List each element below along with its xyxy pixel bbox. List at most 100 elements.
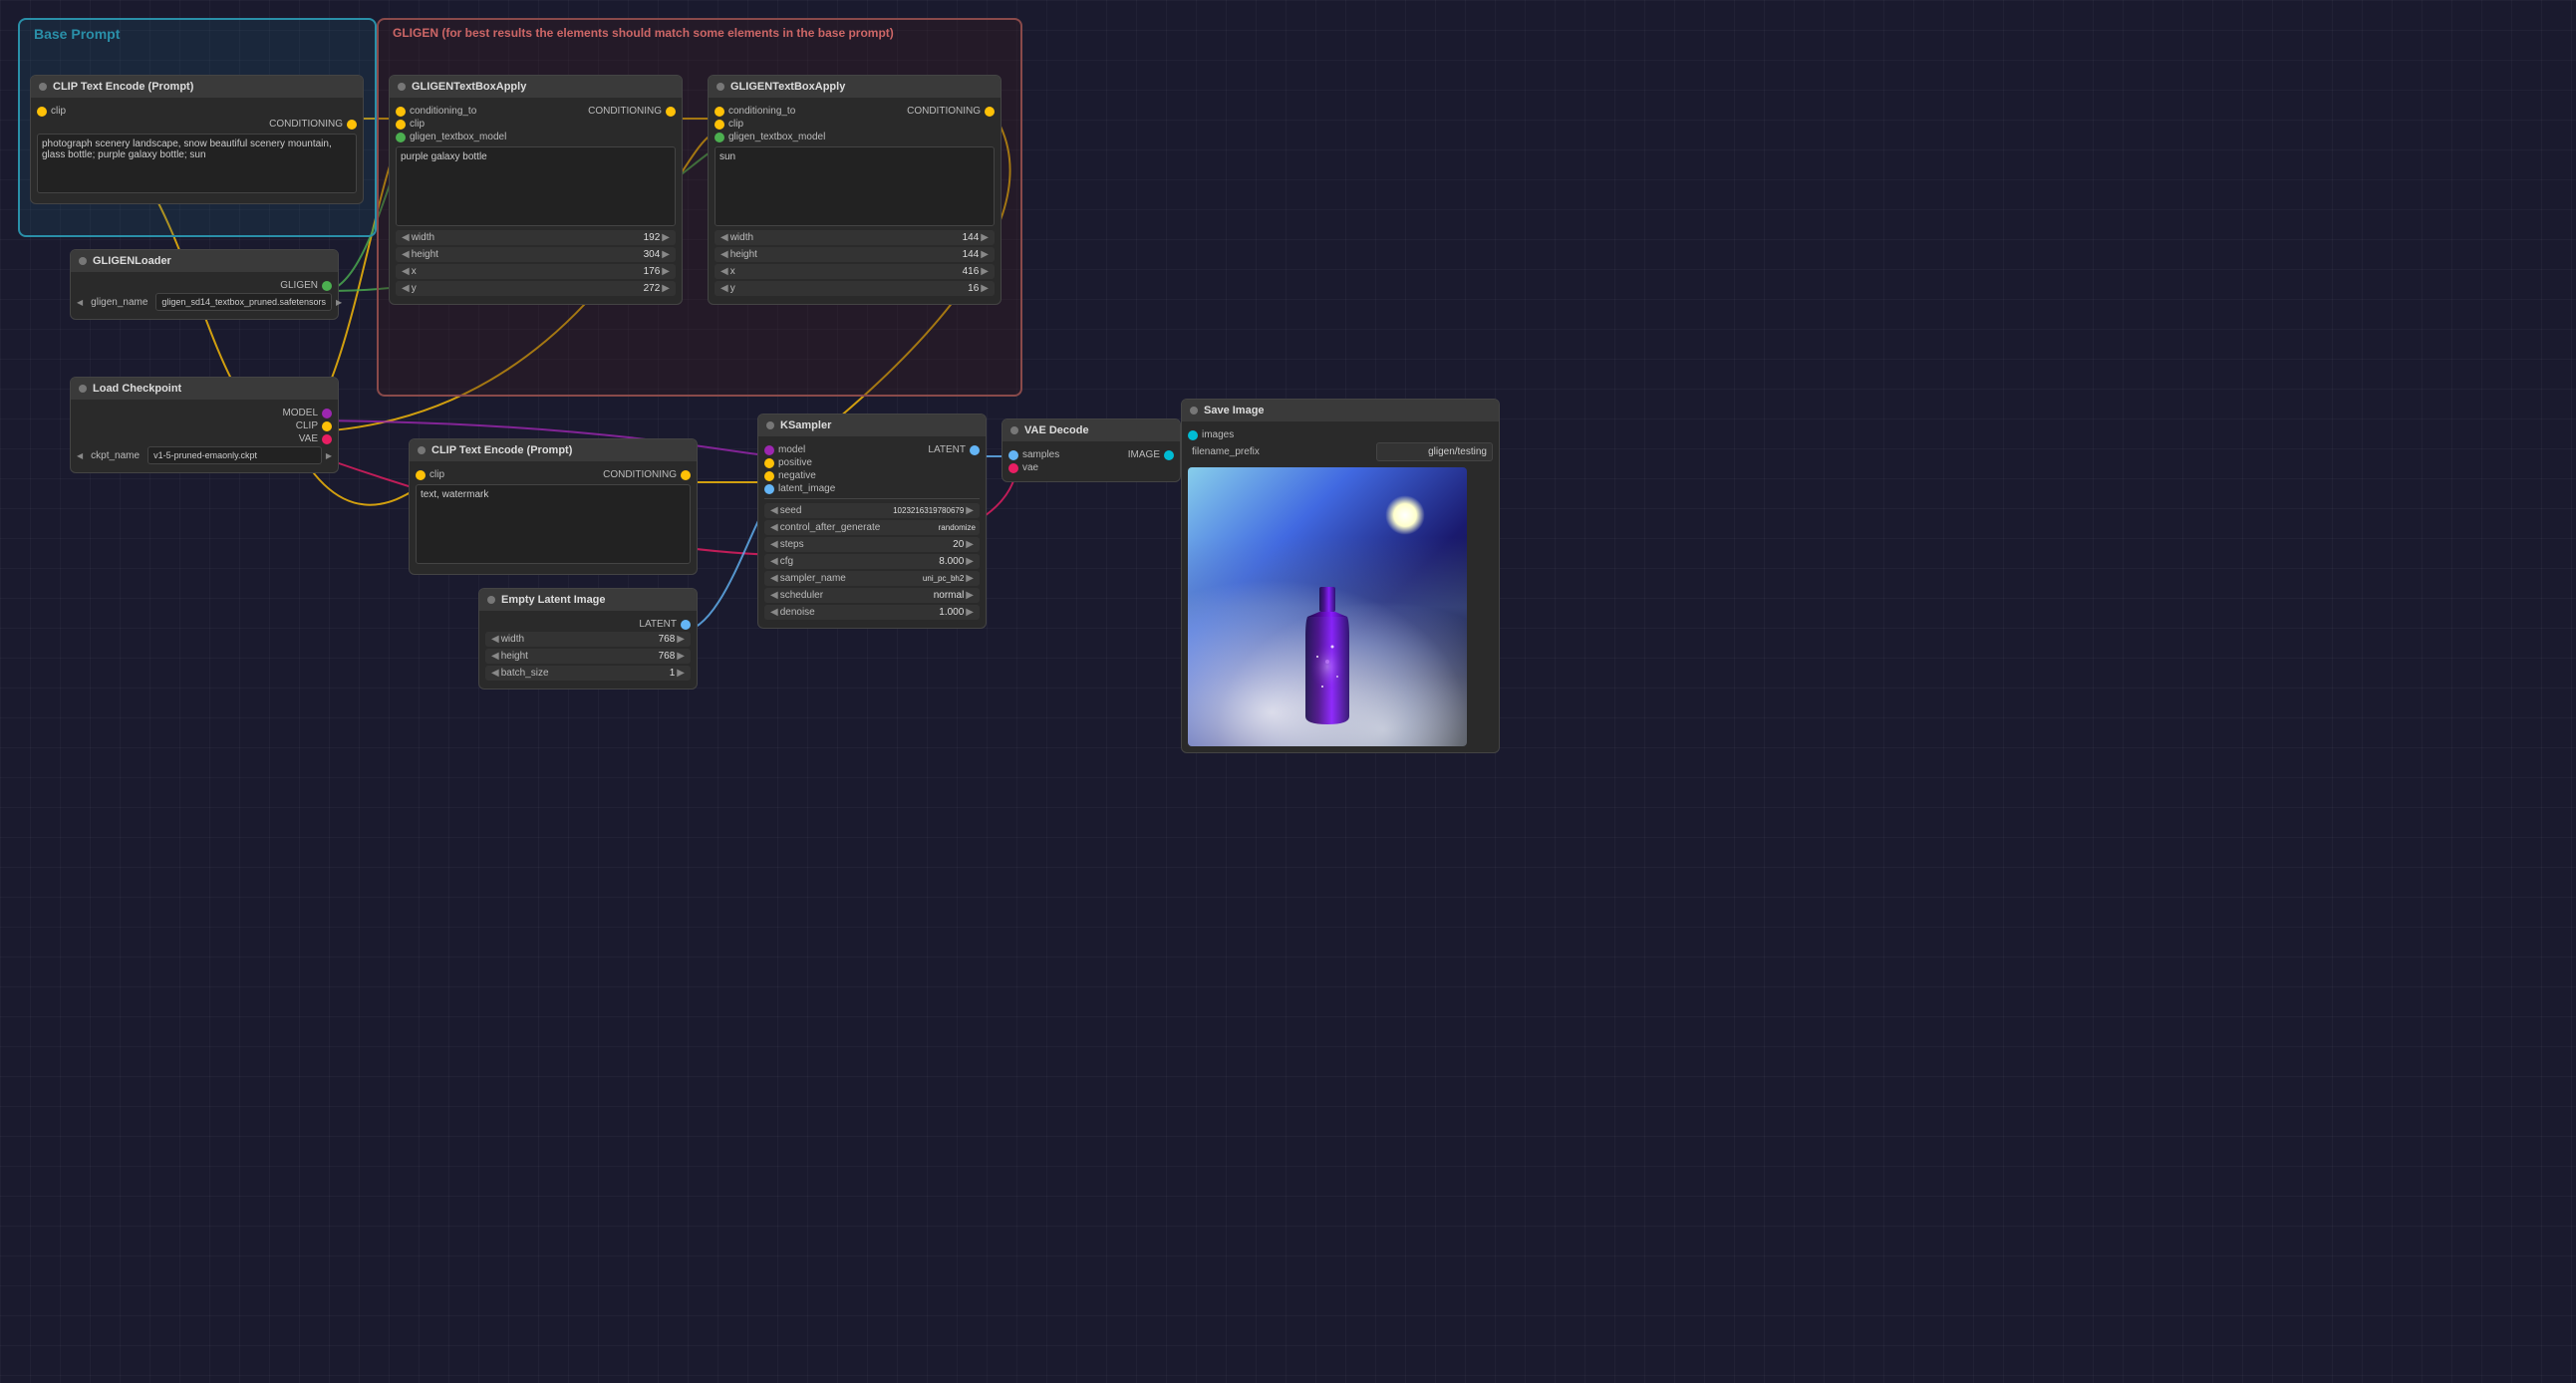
ckpt-name-label: ckpt_name [87,450,143,461]
gtb1-height-right[interactable]: ▶ [660,249,672,260]
el-width-left[interactable]: ◀ [489,634,501,645]
ks-steps-label: steps [780,539,935,550]
ks-control-row[interactable]: ◀ control_after_generate randomize [764,520,980,535]
vd-vae-circle [1008,463,1018,473]
gtb2-x-right[interactable]: ▶ [979,266,991,277]
ks-latent-circle [764,484,774,494]
el-width-right[interactable]: ▶ [675,634,687,645]
ks-sampler-left[interactable]: ◀ [768,573,780,584]
base-prompt-text[interactable]: photograph scenery landscape, snow beaut… [37,134,357,193]
vae-decode-header: VAE Decode [1002,419,1180,441]
gtb2-text[interactable]: sun [715,146,995,226]
model-output-port: MODEL [77,408,332,418]
gtb1-cond-out-label: CONDITIONING [584,106,666,117]
load-checkpoint-title: Load Checkpoint [93,383,181,395]
gtb1-width-right[interactable]: ▶ [660,232,672,243]
gligen-name-arrow-right[interactable]: ▶ [336,298,342,307]
gtb1-x-right[interactable]: ▶ [660,266,672,277]
ks-steps-right[interactable]: ▶ [964,539,976,550]
ks-model-circle [764,445,774,455]
neg-text[interactable]: text, watermark [416,484,691,564]
el-width-slider[interactable]: ◀ width 768 ▶ [485,632,691,647]
ks-sampler-right[interactable]: ▶ [964,573,976,584]
ksampler-dot [766,421,774,429]
el-height-val: 768 [645,651,675,662]
ks-control-label: control_after_generate [780,522,939,533]
ks-cfg-left[interactable]: ◀ [768,556,780,567]
gtb1-x-val: 176 [630,266,660,277]
ks-seed-slider[interactable]: ◀ seed 1023216319780679 ▶ [764,503,980,518]
ks-seed-right[interactable]: ▶ [964,505,976,516]
gtb2-y-right[interactable]: ▶ [979,283,991,294]
ckpt-arrow-right[interactable]: ▶ [326,451,332,460]
gtb2-x-slider[interactable]: ◀ x 416 ▶ [715,264,995,279]
gtb1-height-slider[interactable]: ◀ height 304 ▶ [396,247,676,262]
gtb1-x-label: x [412,266,631,277]
ks-steps-left[interactable]: ◀ [768,539,780,550]
el-batch-left[interactable]: ◀ [489,668,501,679]
gtb1-y-slider[interactable]: ◀ y 272 ▶ [396,281,676,296]
gtb2-width-slider[interactable]: ◀ width 144 ▶ [715,230,995,245]
gtb2-height-left[interactable]: ◀ [718,249,730,260]
ks-cfg-slider[interactable]: ◀ cfg 8.000 ▶ [764,554,980,569]
gtb2-cond-out-label: CONDITIONING [903,106,985,117]
ks-control-left[interactable]: ◀ [768,522,780,533]
gligen-name-select[interactable]: ◀ gligen_name gligen_sd14_textbox_pruned… [77,293,332,311]
gtb1-y-left[interactable]: ◀ [400,283,412,294]
ks-denoise-left[interactable]: ◀ [768,607,780,618]
el-batch-slider[interactable]: ◀ batch_size 1 ▶ [485,666,691,681]
gligen-textbox-1-node: GLIGENTextBoxApply conditioning_to CONDI… [389,75,683,305]
el-height-slider[interactable]: ◀ height 768 ▶ [485,649,691,664]
ks-scheduler-slider[interactable]: ◀ scheduler normal ▶ [764,588,980,603]
el-height-left[interactable]: ◀ [489,651,501,662]
gtb1-x-slider[interactable]: ◀ x 176 ▶ [396,264,676,279]
gtb2-y-label: y [730,283,950,294]
empty-latent-dot [487,596,495,604]
gtb1-width-left[interactable]: ◀ [400,232,412,243]
clip-input-port: clip [37,106,357,117]
si-filename-value[interactable]: gligen/testing [1376,442,1493,461]
el-batch-label: batch_size [501,668,646,679]
el-height-right[interactable]: ▶ [675,651,687,662]
ks-seed-left[interactable]: ◀ [768,505,780,516]
gtb2-x-left[interactable]: ◀ [718,266,730,277]
gligen-loader-dot [79,257,87,265]
ks-cfg-right[interactable]: ▶ [964,556,976,567]
ks-steps-slider[interactable]: ◀ steps 20 ▶ [764,537,980,552]
ks-neg-port: negative [764,470,980,481]
gtb1-text[interactable]: purple galaxy bottle [396,146,676,226]
gligen-name-arrow-left[interactable]: ◀ [77,298,83,307]
gtb2-width-right[interactable]: ▶ [979,232,991,243]
gtb1-width-slider[interactable]: ◀ width 192 ▶ [396,230,676,245]
gtb2-y-left[interactable]: ◀ [718,283,730,294]
gtb1-x-left[interactable]: ◀ [400,266,412,277]
el-batch-right[interactable]: ▶ [675,668,687,679]
gtb2-height-slider[interactable]: ◀ height 144 ▶ [715,247,995,262]
load-checkpoint-node: Load Checkpoint MODEL CLIP VAE ◀ ckpt_na… [70,377,339,473]
ks-scheduler-left[interactable]: ◀ [768,590,780,601]
preview-sun [1385,495,1425,535]
gtb2-y-slider[interactable]: ◀ y 16 ▶ [715,281,995,296]
neg-clip-label: clip [426,469,448,480]
gtb1-clip-circle [396,120,406,130]
gtb1-y-right[interactable]: ▶ [660,283,672,294]
ksampler-node: KSampler model LATENT positive negative … [757,414,987,629]
ks-sampler-slider[interactable]: ◀ sampler_name uni_pc_bh2 ▶ [764,571,980,586]
ckpt-name-select[interactable]: ◀ ckpt_name v1-5-pruned-emaonly.ckpt ▶ [77,446,332,464]
gtb1-height-left[interactable]: ◀ [400,249,412,260]
ckpt-arrow-left[interactable]: ◀ [77,451,83,460]
gtb1-cond-input: conditioning_to CONDITIONING [396,106,676,117]
gtb2-height-right[interactable]: ▶ [979,249,991,260]
clip-output-port: CLIP [77,420,332,431]
neg-clip-input: clip CONDITIONING [416,469,691,480]
gligen-loader-header: GLIGENLoader [71,250,338,272]
ks-denoise-right[interactable]: ▶ [964,607,976,618]
ks-denoise-slider[interactable]: ◀ denoise 1.000 ▶ [764,605,980,620]
ks-cfg-val: 8.000 [934,556,964,567]
empty-latent-title: Empty Latent Image [501,594,606,606]
ks-model-label: model [774,444,809,455]
ks-pos-circle [764,458,774,468]
gtb2-width-left[interactable]: ◀ [718,232,730,243]
si-filename-row: filename_prefix gligen/testing [1188,442,1493,461]
ks-scheduler-right[interactable]: ▶ [964,590,976,601]
